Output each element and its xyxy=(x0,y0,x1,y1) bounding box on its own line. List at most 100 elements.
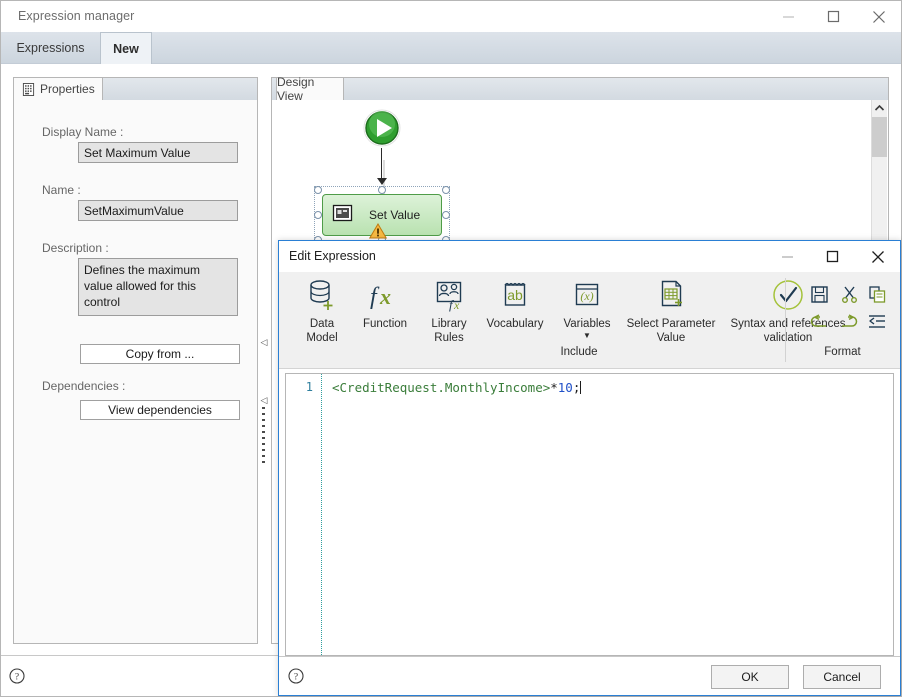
resize-handle-e[interactable] xyxy=(442,211,450,219)
format-group-label: Format xyxy=(824,346,861,358)
svg-text:?: ? xyxy=(15,673,19,683)
copy-from-button[interactable]: Copy from ... xyxy=(80,344,240,364)
cut-scissors-icon xyxy=(841,286,857,303)
workflow-arrowhead xyxy=(377,178,387,185)
close-icon xyxy=(872,10,885,23)
scrollbar-thumb[interactable] xyxy=(872,117,887,157)
dialog-close-button[interactable] xyxy=(855,241,900,272)
ribbon-library-rules-button[interactable]: f x Library Rules xyxy=(421,276,477,345)
maximize-button[interactable] xyxy=(811,1,856,32)
format-group: Format xyxy=(795,272,900,368)
dialog-footer: ? OK Cancel xyxy=(279,656,900,695)
ribbon-label-line2: Model xyxy=(306,332,338,344)
workflow-edge-start-to-setvalue xyxy=(381,148,382,182)
ribbon-vocabulary-button[interactable]: ab Vocabulary xyxy=(477,276,553,331)
play-start-icon xyxy=(363,109,401,147)
main-tabstrip: Expressions New xyxy=(1,32,901,64)
workflow-setvalue-node[interactable]: Set Value xyxy=(314,186,450,244)
setvalue-label: Set Value xyxy=(369,208,421,222)
panel-splitter[interactable]: ◁ ◁ xyxy=(259,77,269,644)
properties-body: Display Name : Set Maximum Value Name : … xyxy=(14,100,257,643)
tab-design-view[interactable]: Design View xyxy=(276,75,344,103)
splitter-collapse-up-icon[interactable]: ◁ xyxy=(260,337,268,347)
resize-handle-nw[interactable] xyxy=(314,186,322,194)
token-tag: <CreditRequest.MonthlyIncome> xyxy=(332,380,551,395)
display-name-label: Display Name : xyxy=(42,125,124,139)
ribbon-variables-button[interactable]: (x) Variables ▼ xyxy=(555,276,619,340)
outdent-button[interactable] xyxy=(867,312,887,332)
ribbon-label-line1: Function xyxy=(362,318,408,330)
splitter-collapse-down-icon[interactable]: ◁ xyxy=(260,395,268,405)
view-dependencies-button[interactable]: View dependencies xyxy=(80,400,240,420)
editor-indent-guide xyxy=(321,374,322,655)
help-circle-icon[interactable]: ? xyxy=(9,668,25,684)
display-name-input[interactable]: Set Maximum Value xyxy=(78,142,238,163)
text-caret xyxy=(580,381,582,394)
description-input[interactable]: Defines the maximum value allowed for th… xyxy=(78,258,238,316)
dialog-title: Edit Expression xyxy=(289,249,376,263)
variables-x-icon: (x) xyxy=(571,276,603,314)
help-circle-icon[interactable]: ? xyxy=(288,668,304,684)
properties-icon xyxy=(22,82,35,96)
ribbon-function-button[interactable]: f x Function xyxy=(353,276,417,331)
svg-text:f: f xyxy=(370,284,380,310)
dialog-minimize-button[interactable] xyxy=(765,241,810,272)
expression-editor[interactable]: 1 <CreditRequest.MonthlyIncome>*10; xyxy=(285,373,894,656)
redo-button[interactable] xyxy=(839,312,859,332)
copy-button[interactable] xyxy=(867,284,887,304)
ribbon-label-line1: Select Parameter xyxy=(626,318,716,330)
token-number: 10 xyxy=(557,380,573,395)
properties-tab-header: Properties xyxy=(14,78,257,100)
resize-handle-w[interactable] xyxy=(314,211,322,219)
vocabulary-ab-icon: ab xyxy=(499,276,531,314)
window-controls xyxy=(766,1,901,32)
ribbon-label-line1: Vocabulary xyxy=(486,318,544,330)
properties-panel: Properties Display Name : Set Maximum Va… xyxy=(13,77,258,644)
tab-properties[interactable]: Properties xyxy=(14,78,103,100)
ribbon-label-line1: Data xyxy=(309,318,335,330)
undo-button[interactable] xyxy=(809,312,829,332)
name-input[interactable]: SetMaximumValue xyxy=(78,200,238,221)
tab-new[interactable]: New xyxy=(100,32,152,64)
dialog-window-controls xyxy=(765,241,900,272)
splitter-grip[interactable] xyxy=(262,407,265,465)
resize-handle-ne[interactable] xyxy=(442,186,450,194)
svg-text:(x): (x) xyxy=(580,289,593,303)
save-button[interactable] xyxy=(809,284,829,304)
main-titlebar: Expression manager xyxy=(1,1,901,32)
ok-button[interactable]: OK xyxy=(711,665,789,689)
minimize-button[interactable] xyxy=(766,1,811,32)
token-punctuation: ; xyxy=(572,380,581,395)
cancel-button[interactable]: Cancel xyxy=(803,665,881,689)
ribbon-label-line1: Variables xyxy=(563,318,611,330)
library-rules-icon: f x xyxy=(433,276,465,314)
include-group-label: Include xyxy=(560,346,598,358)
scroll-up-icon[interactable] xyxy=(872,100,887,116)
workflow-start-node[interactable] xyxy=(362,108,402,148)
warning-icon xyxy=(368,223,388,239)
window-title: Expression manager xyxy=(18,9,135,23)
dialog-titlebar: Edit Expression xyxy=(279,241,900,272)
svg-text:x: x xyxy=(453,298,460,312)
design-tab-header: Design View xyxy=(272,75,888,103)
dialog-ribbon: Data Model f x Function f x Library Rule… xyxy=(279,272,900,369)
maximize-icon xyxy=(827,10,840,23)
maximize-icon xyxy=(826,250,839,263)
database-add-icon xyxy=(307,276,337,314)
svg-text:ab: ab xyxy=(507,287,523,303)
close-button[interactable] xyxy=(856,1,901,32)
close-icon xyxy=(871,250,884,263)
properties-tab-label: Properties xyxy=(40,82,95,96)
setvalue-box[interactable]: Set Value xyxy=(322,194,442,239)
ribbon-data-model-button[interactable]: Data Model xyxy=(293,276,351,345)
line-number: 1 xyxy=(305,380,313,394)
edit-expression-dialog: Edit Expression Data Model f x Function … xyxy=(278,240,901,696)
save-icon xyxy=(810,285,828,303)
dialog-maximize-button[interactable] xyxy=(810,241,855,272)
cut-button[interactable] xyxy=(839,284,859,304)
resize-handle-n[interactable] xyxy=(378,186,386,194)
expression-code-line[interactable]: <CreditRequest.MonthlyIncome>*10; xyxy=(332,380,582,396)
chevron-down-icon[interactable]: ▼ xyxy=(583,332,591,340)
tab-expressions[interactable]: Expressions xyxy=(3,32,98,64)
ribbon-select-parameter-value-button[interactable]: Select Parameter Value xyxy=(619,276,723,345)
